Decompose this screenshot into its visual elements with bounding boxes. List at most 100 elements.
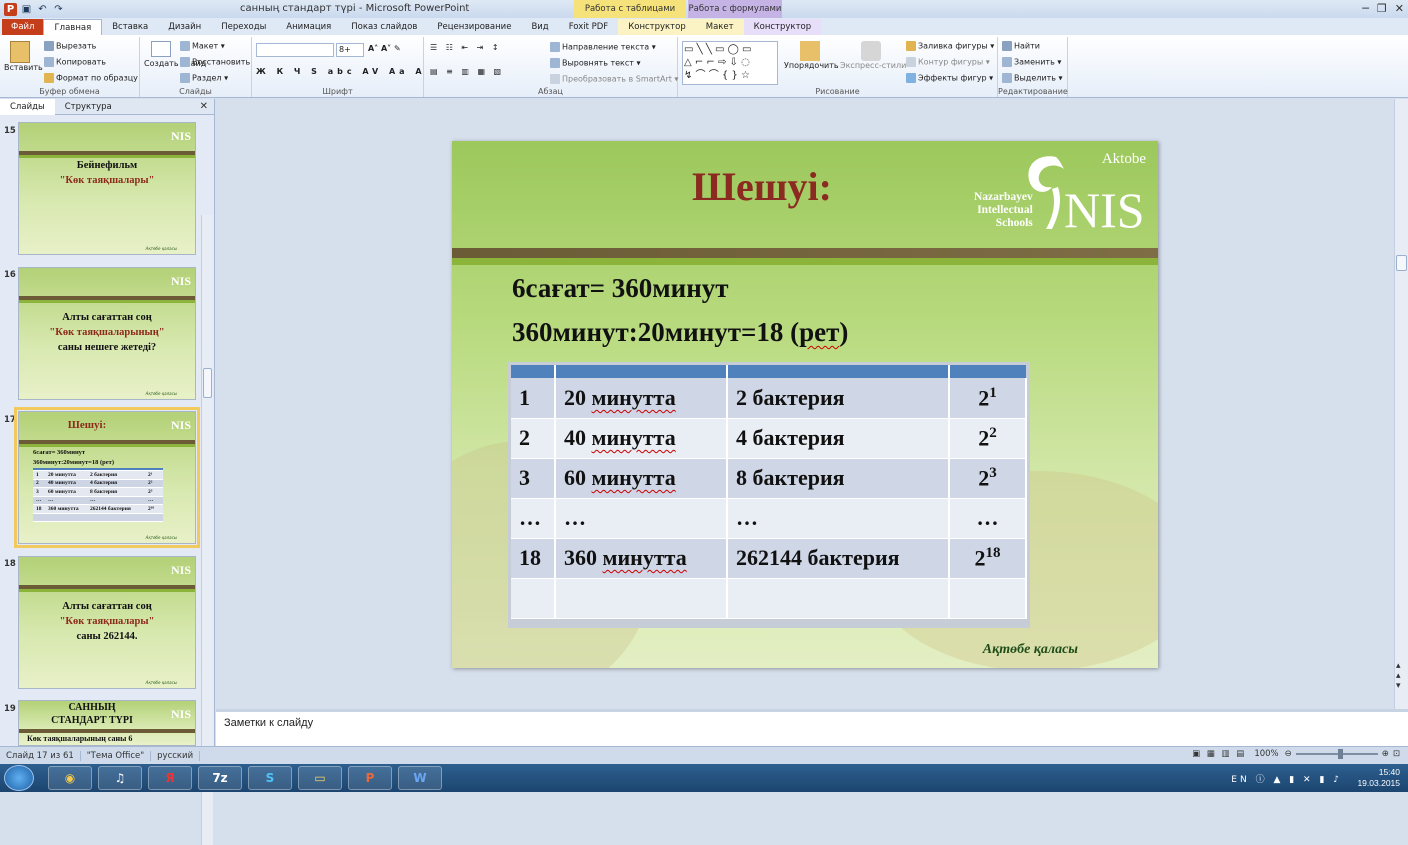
table-cell[interactable]: 1 <box>511 378 556 419</box>
tab-review[interactable]: Рецензирование <box>427 19 521 35</box>
tab-transitions[interactable]: Переходы <box>211 19 276 35</box>
list-buttons[interactable]: ☰ ☷ ⇤ ⇥ ↕ <box>430 43 502 52</box>
table-cell[interactable]: … <box>555 498 728 539</box>
text-line-1[interactable]: 6сағат= 360минут <box>512 273 729 304</box>
grow-font-icon[interactable]: A˄ A˅ ✎ <box>368 44 401 53</box>
shape-effects-button[interactable]: Эффекты фигур ▾ <box>906 73 993 83</box>
table-cell[interactable]: 3 <box>511 458 556 499</box>
chrome-icon[interactable]: ◉ <box>48 766 92 790</box>
view-buttons[interactable]: ▣ ▦ ▥ ▤ <box>1190 749 1248 759</box>
slide[interactable]: Aktobe Шешуі: Nazarbayev Intellectual Sc… <box>452 141 1158 668</box>
language[interactable]: русский <box>151 750 201 761</box>
table-cell[interactable] <box>949 578 1027 619</box>
zoom-slider[interactable] <box>1295 749 1378 759</box>
slide-thumbnail[interactable]: NIS Алты сағаттан соң "Көк таяқшаларының… <box>18 267 196 400</box>
table-cell[interactable]: 360 минутта <box>555 538 728 579</box>
theme-name[interactable]: "Тема Office" <box>81 750 152 761</box>
scroll-thumb[interactable] <box>203 368 212 398</box>
clock[interactable]: 15:40 19.03.2015 <box>1357 767 1400 789</box>
undo-icon[interactable]: ↶ <box>36 3 49 16</box>
tab-view[interactable]: Вид <box>521 19 558 35</box>
table-cell[interactable]: 2 <box>511 418 556 459</box>
shape-outline-button[interactable]: Контур фигуры ▾ <box>906 57 990 67</box>
tab-slides[interactable]: Слайды <box>0 98 55 115</box>
shapes-gallery[interactable]: ▭ ╲ ╲ ▭ ◯ ▭ △ ⌐ ⌐ ⇨ ⇩ ◌ ↯ ⌒ ⌒ { } ☆ <box>682 41 778 85</box>
layout-button[interactable]: Макет ▾ <box>180 41 225 51</box>
table-cell[interactable] <box>727 578 950 619</box>
slide-thumbnail[interactable]: NIS Бейнефильм "Көк таяқшалары" Ақтөбе қ… <box>18 122 196 255</box>
canvas-scrollbar[interactable]: ▴ ▴ ▾ <box>1394 99 1408 709</box>
table-cell[interactable]: … <box>727 498 950 539</box>
word-icon[interactable]: W <box>398 766 442 790</box>
tab-design[interactable]: Дизайн <box>158 19 211 35</box>
table-cell[interactable]: 20 минутта <box>555 378 728 419</box>
table-cell[interactable]: 218 <box>949 538 1027 579</box>
zoom-level[interactable]: 100% <box>1252 749 1280 759</box>
powerpoint-logo-icon[interactable]: P <box>4 2 17 16</box>
table-cell[interactable] <box>511 578 556 619</box>
quick-styles-button[interactable]: Экспресс-стили <box>840 41 906 70</box>
table-cell[interactable]: 2 бактерия <box>727 378 950 419</box>
table-cell[interactable]: 4 бактерия <box>727 418 950 459</box>
notes-pane[interactable]: Заметки к слайду <box>216 709 1408 746</box>
table-cell[interactable]: … <box>511 498 556 539</box>
shape-fill-button[interactable]: Заливка фигуры ▾ <box>906 41 994 51</box>
start-button[interactable] <box>4 765 34 791</box>
format-painter-button[interactable]: Формат по образцу <box>44 73 138 83</box>
tab-outline[interactable]: Структура <box>55 99 122 115</box>
table-cell[interactable]: 18 <box>511 538 556 579</box>
tab-home[interactable]: Главная <box>43 19 103 35</box>
winrar-icon[interactable]: 7z <box>198 766 242 790</box>
table-cell[interactable]: 40 минутта <box>555 418 728 459</box>
table-cell[interactable]: 21 <box>949 378 1027 419</box>
tab-file[interactable]: Файл <box>2 19 44 35</box>
zoom-in-icon[interactable]: ⊕ <box>1382 749 1389 759</box>
close-panel-icon[interactable]: ✕ <box>200 101 208 112</box>
language-indicator[interactable]: EN <box>1231 775 1249 785</box>
fit-slide-icon[interactable]: ⊡ <box>1393 749 1400 759</box>
text-direction-button[interactable]: Направление текста ▾ <box>550 42 656 52</box>
table-cell[interactable]: 23 <box>949 458 1027 499</box>
tab-formula-design[interactable]: Конструктор <box>743 19 822 35</box>
table-cell[interactable]: 262144 бактерия <box>727 538 950 579</box>
new-slide-button[interactable]: Создать слайд <box>144 41 206 68</box>
font-format-buttons[interactable]: Ж К Ч S abc AV Aa A <box>256 67 426 76</box>
scroll-thumb[interactable] <box>1396 255 1407 271</box>
powerpoint-taskbar-icon[interactable]: P <box>348 766 392 790</box>
align-text-button[interactable]: Выровнять текст ▾ <box>550 58 641 68</box>
section-button[interactable]: Раздел ▾ <box>180 73 228 83</box>
save-icon[interactable]: ▣ <box>20 3 33 16</box>
table-cell[interactable]: 22 <box>949 418 1027 459</box>
slide-thumbnail-selected[interactable]: NIS Шешуі: 6сағат= 360минут 360минут:20м… <box>14 407 200 548</box>
arrange-button[interactable]: Упорядочить <box>784 41 839 70</box>
font-size-input[interactable]: 8+ <box>336 43 364 57</box>
paste-button[interactable]: Вставить <box>4 41 43 72</box>
slide-title[interactable]: Шешуі: <box>612 163 912 210</box>
skype-icon[interactable]: S <box>248 766 292 790</box>
zoom-out-icon[interactable]: ⊖ <box>1285 749 1292 759</box>
maximize-icon[interactable]: ❐ <box>1377 2 1387 15</box>
replace-button[interactable]: Заменить ▾ <box>1002 57 1061 67</box>
tab-slideshow[interactable]: Показ слайдов <box>341 19 427 35</box>
tab-table-design[interactable]: Конструктор <box>618 19 696 35</box>
tray-icons[interactable]: EN ⓘ ▲ ▮ ✕ ▮ ♪ <box>1231 772 1342 785</box>
tab-insert[interactable]: Вставка <box>102 19 158 35</box>
copy-button[interactable]: Копировать <box>44 57 106 67</box>
table-cell[interactable]: 60 минутта <box>555 458 728 499</box>
slide-thumbnail[interactable]: NIS Алты сағаттан соң "Көк таяқшалары" с… <box>18 556 196 689</box>
reset-button[interactable]: Восстановить <box>180 57 250 67</box>
minimize-icon[interactable]: ─ <box>1362 2 1369 15</box>
page-nav-icon[interactable]: ▴ ▴ ▾ <box>1396 661 1401 691</box>
tab-table-layout[interactable]: Макет <box>695 19 744 35</box>
find-button[interactable]: Найти <box>1002 41 1040 51</box>
align-buttons[interactable]: ▤ ≡ ▥ ▦ ▧ <box>430 67 504 76</box>
tab-animation[interactable]: Анимация <box>276 19 341 35</box>
tab-foxit[interactable]: Foxit PDF <box>559 19 619 35</box>
text-line-2[interactable]: 360минут:20минут=18 (рет) <box>512 317 848 348</box>
media-player-icon[interactable]: ♫ <box>98 766 142 790</box>
close-icon[interactable]: ✕ <box>1395 2 1404 15</box>
bacteria-table[interactable]: 1 20 минутта 2 бактерия 21 2 40 минутта … <box>508 362 1030 628</box>
cut-button[interactable]: Вырезать <box>44 41 96 51</box>
table-cell[interactable] <box>555 578 728 619</box>
explorer-icon[interactable]: ▭ <box>298 766 342 790</box>
